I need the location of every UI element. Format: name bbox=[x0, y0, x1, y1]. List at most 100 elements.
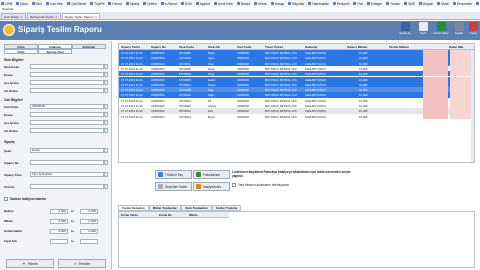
menu-item[interactable]: Entegre bbox=[366, 2, 382, 6]
column-header[interactable]: Stok Kodu bbox=[179, 45, 194, 49]
tab-siparis-ozel[interactable]: Sipariş Özel bbox=[38, 49, 72, 54]
stok-field-input[interactable] bbox=[30, 88, 104, 93]
menu-item[interactable]: Tüp/Pa bbox=[90, 2, 104, 6]
menu-item[interactable]: Ayarlar bbox=[195, 2, 210, 6]
column-header[interactable]: Ticari Ünvan bbox=[265, 45, 283, 49]
menu-item[interactable]: Hammadde bbox=[308, 2, 329, 6]
menu-item[interactable]: Stok bbox=[31, 2, 42, 6]
close-icon[interactable]: ✕ bbox=[55, 15, 58, 19]
dropdown-button[interactable] bbox=[104, 148, 108, 153]
menu-item[interactable]: CRM bbox=[1, 2, 12, 6]
menu-item[interactable]: Personel bbox=[332, 2, 349, 6]
menu-item[interactable]: Kredi Kartı bbox=[213, 2, 233, 6]
order-open-button[interactable]: Sipariş Aç bbox=[396, 22, 414, 38]
cari-field-input[interactable] bbox=[30, 120, 104, 125]
amount-max-input[interactable]: 0,000 bbox=[80, 219, 98, 224]
checkbox-box[interactable] bbox=[4, 197, 8, 201]
column-header[interactable]: Teslim Miktarı bbox=[389, 45, 409, 49]
column-header[interactable]: Sipariş No bbox=[151, 45, 166, 49]
menu-item[interactable]: Cari Hes. bbox=[45, 2, 63, 6]
column-header[interactable]: Sipariş Miktarı bbox=[347, 45, 368, 49]
dropdown-button[interactable] bbox=[104, 88, 108, 93]
column-header[interactable]: Stok Adı bbox=[208, 45, 220, 49]
siparis-field-input[interactable]: Tüm İş Emirleri bbox=[30, 172, 104, 177]
menu-item[interactable]: Araçlar bbox=[419, 2, 433, 6]
menu-item[interactable]: Mobil bbox=[437, 2, 449, 6]
cari-field-input[interactable] bbox=[30, 112, 104, 117]
amount-min-input[interactable]: 0,000 bbox=[50, 209, 68, 214]
cari-field-input[interactable]: CR00018 bbox=[30, 104, 104, 109]
filter-button[interactable]: ▼ Filtrele bbox=[6, 259, 54, 268]
close-icon[interactable]: ✕ bbox=[20, 15, 23, 19]
menu-item[interactable]: Servis bbox=[254, 2, 267, 6]
dropdown-button[interactable] bbox=[104, 120, 108, 125]
menu-item[interactable]: e-Fatura bbox=[160, 2, 177, 6]
amount-max-input[interactable]: 0,000 bbox=[80, 229, 98, 234]
close-icon[interactable]: ✕ bbox=[95, 15, 98, 19]
doc-tab[interactable]: Sipariş Teslim Raporu ✕ bbox=[61, 13, 101, 19]
column-header[interactable]: Kalan Mik. bbox=[449, 45, 464, 49]
dropdown-button[interactable] bbox=[104, 128, 108, 133]
doc-tab[interactable]: Hızlı Erişim ✕ bbox=[1, 13, 26, 19]
menu-item[interactable]: Pos bbox=[353, 2, 363, 6]
stok-field-input[interactable] bbox=[30, 72, 104, 77]
dropdown-button[interactable] bbox=[104, 172, 108, 177]
stok-field-input[interactable] bbox=[30, 64, 104, 69]
tab-filtre-on[interactable]: Filtre bbox=[4, 49, 38, 54]
close-button[interactable]: Kapat bbox=[464, 22, 480, 38]
column-header[interactable]: Cari Kodu bbox=[237, 45, 251, 49]
dropdown-button[interactable] bbox=[104, 112, 108, 117]
column-header[interactable]: Sipariş Tarihi bbox=[121, 45, 140, 49]
column-header[interactable]: Kalemler bbox=[305, 45, 318, 49]
cari-field: Cari Kodu CR00018 bbox=[4, 104, 108, 109]
amount-min-input[interactable]: 0,000 bbox=[50, 229, 68, 234]
siparis-field-input[interactable]: Hepsi bbox=[30, 148, 104, 153]
excel-export-button[interactable]: Excel'e Aktar bbox=[432, 22, 450, 38]
only-balance-checkbox[interactable]: Sadece bakiyesi olanlar bbox=[4, 197, 46, 201]
menu-item[interactable]: Sipariş bbox=[125, 2, 139, 6]
column-header[interactable]: Evrak No bbox=[159, 213, 172, 217]
dropdown-button[interactable] bbox=[104, 160, 108, 165]
siparis-field-input[interactable] bbox=[30, 160, 104, 165]
menu-item[interactable]: SMS bbox=[404, 2, 415, 6]
vertical-scrollbar[interactable] bbox=[471, 50, 474, 162]
amount-max-input[interactable] bbox=[80, 239, 98, 244]
checkbox-box[interactable] bbox=[232, 183, 236, 187]
menu-item-label: Servis bbox=[258, 1, 267, 6]
menu-item[interactable]: Çek/Senet bbox=[67, 2, 86, 6]
menu-item[interactable]: Kasa bbox=[16, 2, 28, 6]
stok-field-input[interactable] bbox=[30, 80, 104, 85]
tab-bolumler[interactable]: Bölümler bbox=[72, 44, 106, 49]
menu-item[interactable]: Üretim bbox=[143, 2, 157, 6]
invoice-button[interactable]: Faturalandır bbox=[193, 170, 230, 179]
dropdown-button[interactable] bbox=[104, 72, 108, 77]
menu-item-label: Pos bbox=[357, 1, 363, 6]
dropdown-button[interactable] bbox=[104, 80, 108, 85]
table-row[interactable]: 27.07.2013 11:44 ASP00003 STO0013 Boya CR000… bbox=[119, 113, 474, 119]
menu-item[interactable]: Banka bbox=[237, 2, 250, 6]
select-all-button[interactable]: Tümünü Seç bbox=[155, 170, 192, 179]
menu-item[interactable]: Yardım bbox=[386, 2, 400, 6]
amount-min-input[interactable]: 0,000 bbox=[50, 219, 68, 224]
menu-item[interactable]: Yardım bbox=[476, 2, 480, 6]
dropdown-button[interactable] bbox=[104, 64, 108, 69]
print-button[interactable]: Yazdır bbox=[414, 22, 432, 38]
menu-item[interactable]: Pencereler bbox=[452, 2, 472, 6]
column-header[interactable]: Miktar bbox=[189, 213, 198, 217]
deselect-button[interactable]: Seçimleri Kaldır bbox=[155, 182, 192, 191]
menu-item[interactable]: Hesap bbox=[270, 2, 284, 6]
doc-tab[interactable]: AV-Kaynak Üretim ✕ bbox=[26, 13, 61, 19]
amount-max-input[interactable]: 0,000 bbox=[80, 209, 98, 214]
clear-button[interactable]: ✕ Temizle bbox=[58, 259, 106, 268]
cari-field-input[interactable] bbox=[30, 128, 104, 133]
dropdown-button[interactable] bbox=[104, 104, 108, 109]
menu-item[interactable]: DVM bbox=[180, 2, 192, 6]
menu-item[interactable]: Fatura bbox=[108, 2, 122, 6]
menu-item[interactable]: Raporlar bbox=[288, 2, 304, 6]
amount-min-input[interactable] bbox=[50, 239, 68, 244]
no-new-window-checkbox[interactable]: Yeni ekranın açılmasını istemiyorum bbox=[232, 183, 289, 187]
column-header[interactable]: Evrak Tarihi bbox=[121, 213, 138, 217]
dropdown-button[interactable] bbox=[104, 184, 108, 189]
waybill-button[interactable]: İrsaliyelendir bbox=[193, 182, 230, 191]
siparis-field-input[interactable] bbox=[30, 184, 104, 189]
